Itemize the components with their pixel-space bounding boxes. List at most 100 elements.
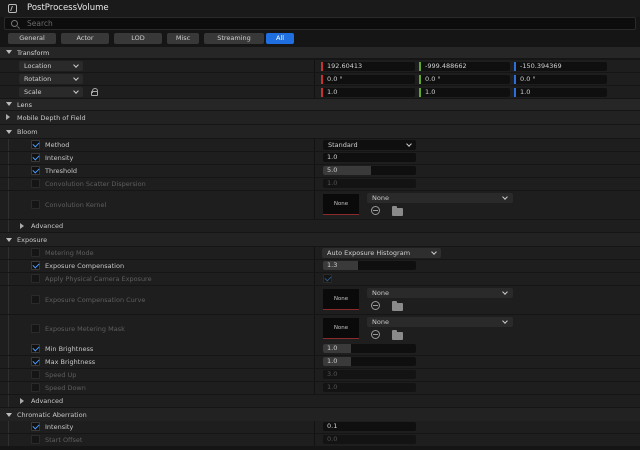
property-row-speed-up: Speed Up 3.0 [0,369,640,381]
max-brightness-override-checkbox[interactable] [31,357,40,366]
bloom-intensity-field[interactable]: 1.0 [323,153,416,162]
lock-icon[interactable] [91,88,98,96]
scatter-label: Convolution Scatter Dispersion [45,180,146,188]
window-title: PostProcessVolume [27,3,109,13]
kernel-thumbnail[interactable]: None [322,193,360,216]
property-row-scale: Scale 1.0 1.0 1.0 [0,86,640,98]
comp-curve-override-checkbox[interactable] [31,295,40,304]
use-selected-icon[interactable] [371,330,380,339]
ca-intensity-override-checkbox[interactable] [31,422,40,431]
tab-all[interactable]: All [266,33,294,44]
property-row-scatter-dispersion: Convolution Scatter Dispersion 1.0 [0,178,640,190]
physical-override-checkbox[interactable] [31,274,40,283]
scale-mode-dropdown[interactable]: Scale [19,87,83,97]
property-row-speed-down: Speed Down 1.0 [0,382,640,394]
comp-curve-thumbnail[interactable]: None [322,288,360,311]
ca-start-offset-field[interactable]: 0.0 [323,435,416,444]
kernel-asset-picker[interactable]: None [367,193,513,203]
scale-z-field[interactable]: 1.0 [514,88,607,97]
property-row-bloom-method: Method Standard [0,139,640,151]
chevron-down-icon [431,249,437,255]
ca-intensity-label: Intensity [45,423,74,431]
bloom-threshold-slider[interactable]: 5.0 [323,166,416,175]
method-override-checkbox[interactable] [31,140,40,149]
location-y-field[interactable]: -999.488662 [419,62,510,71]
mask-override-checkbox[interactable] [31,324,40,333]
search-input[interactable] [27,18,627,29]
tab-lod[interactable]: LOD [114,33,162,44]
ca-intensity-field[interactable]: 0.1 [323,422,416,431]
expand-arrow-icon [6,114,10,120]
metering-override-checkbox[interactable] [31,248,40,257]
chevron-down-icon [502,194,508,200]
max-brightness-slider[interactable]: 1.0 [323,357,416,366]
property-row-min-brightness: Min Brightness 1.0 [0,343,640,355]
tab-general[interactable]: General [8,33,56,44]
use-selected-icon[interactable] [371,206,380,215]
section-lens[interactable]: Lens [0,99,640,110]
physical-camera-checkbox[interactable] [323,274,332,283]
scatter-dispersion-field[interactable]: 1.0 [323,179,416,188]
ca-offset-override-checkbox[interactable] [31,435,40,444]
metering-mask-thumbnail[interactable]: None [322,317,360,340]
metering-mask-asset-picker[interactable]: None [367,317,513,327]
browse-folder-icon[interactable] [392,206,403,216]
intensity-label: Intensity [45,154,74,162]
rotation-z-field[interactable]: 0.0 ° [514,75,607,84]
browse-folder-icon[interactable] [392,330,403,340]
use-selected-icon[interactable] [371,301,380,310]
threshold-label: Threshold [45,167,78,175]
subsection-bloom[interactable]: Bloom [0,125,640,138]
subsection-mobile-dof[interactable]: Mobile Depth of Field [0,111,640,124]
scale-x-field[interactable]: 1.0 [321,88,415,97]
subsection-exposure[interactable]: Exposure [0,233,640,246]
section-transform[interactable]: Transform [0,47,640,58]
collapse-arrow-icon [6,130,12,134]
property-row-ca-intensity: Intensity 0.1 [0,421,640,433]
advanced-label: Advanced [31,222,64,230]
subsection-bloom-advanced[interactable]: Advanced [0,220,640,232]
section-label: Lens [17,101,33,109]
metering-mode-dropdown[interactable]: Auto Exposure Histogram [322,248,441,258]
property-row-rotation: Rotation 0.0 ° 0.0 ° 0.0 ° [0,73,640,85]
location-mode-dropdown[interactable]: Location [19,61,83,71]
location-z-field[interactable]: -150.394369 [514,62,607,71]
exposure-comp-override-checkbox[interactable] [31,261,40,270]
search-icon [11,20,18,27]
start-offset-label: Start Offset [45,436,83,444]
property-row-ca-start-offset: Start Offset 0.0 [0,434,640,446]
tab-actor[interactable]: Actor [61,33,109,44]
scatter-override-checkbox[interactable] [31,179,40,188]
browse-folder-icon[interactable] [392,301,403,311]
speed-up-override-checkbox[interactable] [31,370,40,379]
tab-misc[interactable]: Misc [167,33,199,44]
bloom-method-dropdown[interactable]: Standard [323,140,416,150]
rotation-y-field[interactable]: 0.0 ° [419,75,510,84]
rotation-mode-dropdown[interactable]: Rotation [19,74,83,84]
scale-y-field[interactable]: 1.0 [419,88,510,97]
speed-down-override-checkbox[interactable] [31,383,40,392]
speed-up-field[interactable]: 3.0 [323,370,416,379]
expand-arrow-icon [20,223,24,229]
property-row-physical-camera: Apply Physical Camera Exposure [0,273,640,285]
exposure-comp-slider[interactable]: 1.3 [323,261,416,270]
kernel-override-checkbox[interactable] [31,200,40,209]
min-brightness-override-checkbox[interactable] [31,344,40,353]
min-brightness-label: Min Brightness [45,345,94,353]
search-box[interactable] [4,17,636,30]
chevron-down-icon [502,318,508,324]
subsection-chromatic-aberration[interactable]: Chromatic Aberration [0,408,640,421]
collapse-arrow-icon [6,50,12,54]
min-brightness-slider[interactable]: 1.0 [323,344,416,353]
threshold-override-checkbox[interactable] [31,166,40,175]
intensity-override-checkbox[interactable] [31,153,40,162]
property-row-max-brightness: Max Brightness 1.0 [0,356,640,368]
subsection-exposure-advanced[interactable]: Advanced [0,395,640,407]
comp-curve-asset-picker[interactable]: None [367,288,513,298]
speed-down-field[interactable]: 1.0 [323,383,416,392]
rotation-x-field[interactable]: 0.0 ° [321,75,415,84]
tab-streaming[interactable]: Streaming [204,33,264,44]
chevron-down-icon [406,141,412,147]
method-label: Method [45,141,70,149]
location-x-field[interactable]: 192.60413 [321,62,415,71]
